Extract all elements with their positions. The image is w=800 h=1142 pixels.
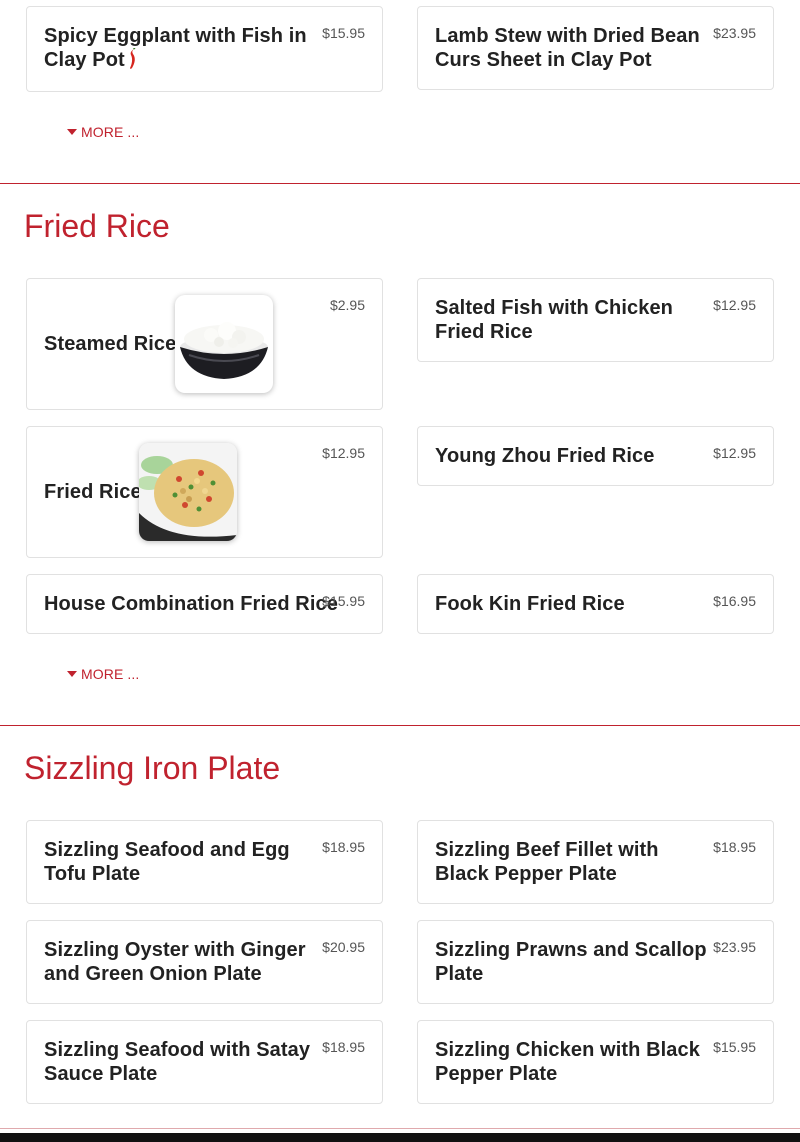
menu-item-price: $2.95 <box>329 297 365 313</box>
steamed-rice-image <box>175 295 273 393</box>
menu-item-card[interactable]: Sizzling Oyster with Ginger and Green On… <box>26 920 383 1004</box>
menu-item-price: $20.95 <box>322 939 365 955</box>
menu-item-price: $16.95 <box>713 593 756 609</box>
more-link[interactable]: MORE ... <box>67 124 139 140</box>
chili-pepper-icon <box>129 48 136 69</box>
menu-item-price: $15.95 <box>713 1039 756 1055</box>
menu-item-name: Sizzling Oyster with Ginger and Green On… <box>44 939 306 985</box>
caret-down-icon <box>67 129 77 135</box>
menu-item-price: $18.95 <box>713 839 756 855</box>
menu-item-name: Sizzling Seafood with Satay Sauce Plate <box>44 1039 311 1085</box>
more-link[interactable]: MORE ... <box>67 666 139 682</box>
menu-item-price: $15.95 <box>322 25 365 41</box>
menu-item-card[interactable]: Steamed Rice $2.95 <box>26 278 383 410</box>
menu-item-card[interactable]: Sizzling Seafood with Satay Sauce Plate … <box>26 1020 383 1104</box>
menu-item-name: Fried Rice <box>44 481 142 503</box>
fried-rice-image <box>139 443 237 541</box>
menu-item-name: Fook Kin Fried Rice <box>435 593 625 615</box>
menu-item-price: $23.95 <box>713 939 756 955</box>
menu-item-card[interactable]: Fook Kin Fried Rice $16.95 <box>417 574 774 634</box>
menu-item-card[interactable]: Young Zhou Fried Rice $12.95 <box>417 426 774 486</box>
menu-item-card[interactable]: Spicy Eggplant with Fish in Clay Pot $15… <box>26 6 383 92</box>
menu-item-name: Sizzling Chicken with Black Pepper Plate <box>435 1039 700 1085</box>
section-title-sizzling-iron-plate: Sizzling Iron Plate <box>24 750 281 786</box>
menu-item-price: $18.95 <box>322 839 365 855</box>
menu-item-card[interactable]: Sizzling Prawns and Scallop Plate $23.95 <box>417 920 774 1004</box>
menu-item-price: $12.95 <box>713 445 756 461</box>
menu-item-price: $23.95 <box>713 25 756 41</box>
section-divider <box>0 183 800 184</box>
menu-item-card[interactable]: House Combination Fried Rice $15.95 <box>26 574 383 634</box>
caret-down-icon <box>67 671 77 677</box>
menu-item-name: Salted Fish with Chicken Fried Rice <box>435 297 673 343</box>
menu-item-card[interactable]: Sizzling Beef Fillet with Black Pepper P… <box>417 820 774 904</box>
menu-item-price: $12.95 <box>713 297 756 313</box>
menu-item-price: $15.95 <box>322 593 365 609</box>
menu-item-card[interactable]: Sizzling Seafood and Egg Tofu Plate $18.… <box>26 820 383 904</box>
section-divider <box>0 725 800 726</box>
menu-item-name: Lamb Stew with Dried Bean Curs Sheet in … <box>435 25 700 71</box>
footer-bar <box>0 1133 800 1142</box>
menu-item-name: Steamed Rice <box>44 333 177 355</box>
menu-item-name: Young Zhou Fried Rice <box>435 445 655 467</box>
menu-item-name: Sizzling Seafood and Egg Tofu Plate <box>44 839 290 885</box>
menu-item-card[interactable]: Lamb Stew with Dried Bean Curs Sheet in … <box>417 6 774 90</box>
menu-item-card[interactable]: Salted Fish with Chicken Fried Rice $12.… <box>417 278 774 362</box>
menu-item-name: Sizzling Prawns and Scallop Plate <box>435 939 707 985</box>
menu-item-card[interactable]: Fried Rice $12.95 <box>26 426 383 558</box>
menu-item-price: $12.95 <box>322 445 365 461</box>
menu-item-price: $18.95 <box>322 1039 365 1055</box>
section-title-fried-rice: Fried Rice <box>24 208 170 244</box>
section-divider <box>0 1128 800 1129</box>
menu-item-name: House Combination Fried Rice <box>44 593 338 615</box>
menu-item-name: Spicy Eggplant with Fish in Clay Pot <box>44 25 307 71</box>
menu-item-card[interactable]: Sizzling Chicken with Black Pepper Plate… <box>417 1020 774 1104</box>
menu-item-name: Sizzling Beef Fillet with Black Pepper P… <box>435 839 659 885</box>
